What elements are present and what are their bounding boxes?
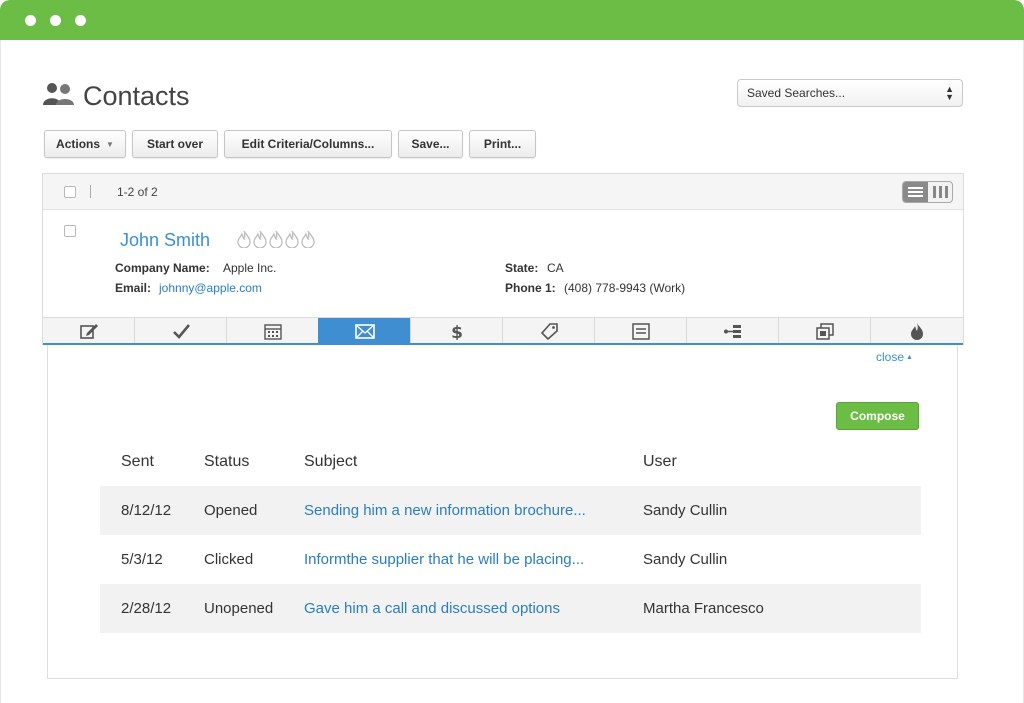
column-header-sent[interactable]: Sent	[121, 453, 154, 471]
checkmark-icon	[172, 323, 190, 339]
window-dot-icon	[25, 15, 36, 26]
tab-notes[interactable]	[43, 318, 134, 344]
table-row: 5/3/12 Clicked Informthe supplier that h…	[100, 535, 921, 584]
contact-name-link[interactable]: John Smith	[120, 230, 210, 251]
tab-tags[interactable]	[502, 318, 594, 344]
envelope-icon	[354, 323, 375, 339]
sent-date: 5/3/12	[121, 551, 163, 568]
column-header-status[interactable]: Status	[204, 453, 249, 471]
email-status: Unopened	[204, 600, 274, 617]
app-window: Contacts Saved Searches... ▲ ▼ Actions ▼ S…	[0, 0, 1024, 703]
actions-button[interactable]: Actions ▼	[44, 130, 126, 158]
edit-note-icon	[79, 323, 98, 339]
contact-score	[237, 230, 315, 248]
sent-date: 2/28/12	[121, 600, 172, 617]
save-button[interactable]: Save...	[398, 130, 463, 158]
contact-card: John Smith Company Name: Apple Inc. Emai…	[43, 210, 963, 317]
column-view-icon[interactable]	[928, 182, 952, 202]
page-title: Contacts	[83, 80, 190, 111]
select-all-checkbox[interactable]	[64, 186, 76, 198]
window-dot-icon	[75, 15, 86, 26]
email-status: Clicked	[204, 551, 254, 568]
table-row: 2/28/12 Unopened Gave him a call and dis…	[100, 584, 921, 633]
calendar-icon	[263, 323, 282, 340]
caret-up-icon: ▲	[906, 354, 913, 361]
select-arrows-icon: ▲ ▼	[945, 84, 954, 102]
close-link-label: close	[876, 350, 905, 364]
email-user: Martha Francesco	[643, 600, 764, 617]
saved-searches-value: Saved Searches...	[747, 86, 846, 100]
actions-button-label: Actions	[56, 137, 101, 151]
window-edge-left	[0, 40, 1, 703]
column-header-user[interactable]: User	[643, 453, 677, 471]
company-value: Apple Inc.	[223, 261, 277, 275]
email-panel: close ▲ Compose Sent Status Subject User …	[47, 345, 958, 679]
email-user: Sandy Cullin	[643, 502, 728, 519]
document-icon	[631, 322, 650, 340]
table-row: 8/12/12 Opened Sending him a new informa…	[100, 486, 921, 535]
email-subject-link[interactable]: Gave him a call and discussed options	[304, 600, 560, 617]
copy-icon	[815, 322, 834, 340]
email-status: Opened	[204, 502, 258, 519]
results-count: 1-2 of 2	[117, 185, 158, 199]
email-label: Email:	[115, 281, 152, 295]
company-label: Company Name:	[115, 261, 210, 275]
page-header: Contacts	[42, 80, 190, 112]
list-view-icon[interactable]	[903, 182, 928, 202]
view-toggle[interactable]	[902, 181, 953, 203]
tab-duplicates[interactable]	[778, 318, 870, 344]
saved-searches-select[interactable]: Saved Searches... ▲ ▼	[737, 79, 963, 107]
contact-tabs: $	[43, 317, 963, 344]
start-over-button[interactable]: Start over	[132, 130, 218, 158]
flame-icon	[253, 230, 267, 248]
column-header-subject[interactable]: Subject	[304, 453, 357, 471]
results-panel: 1-2 of 2 John Smith Company Name: Apple …	[42, 173, 964, 345]
state-label: State:	[505, 261, 539, 275]
flame-icon	[301, 230, 315, 248]
divider	[90, 185, 91, 198]
edit-criteria-button[interactable]: Edit Criteria/Columns...	[224, 130, 392, 158]
email-subject-link[interactable]: Informthe supplier that he will be placi…	[304, 551, 584, 568]
svg-text:$: $	[451, 323, 463, 340]
email-user: Sandy Cullin	[643, 551, 728, 568]
sent-date: 8/12/12	[121, 502, 172, 519]
results-header: 1-2 of 2	[43, 174, 963, 210]
phone-value: (408) 778-9943 (Work)	[564, 281, 686, 295]
tab-tasks[interactable]	[134, 318, 226, 344]
caret-down-icon: ▼	[106, 140, 114, 149]
dollar-icon: $	[451, 323, 463, 340]
tab-payments[interactable]: $	[410, 318, 502, 344]
flame-icon	[269, 230, 283, 248]
window-dot-icon	[50, 15, 61, 26]
phone-label: Phone 1:	[505, 281, 556, 295]
tag-icon	[540, 322, 558, 340]
window-titlebar	[0, 0, 1024, 40]
flame-icon	[237, 230, 251, 248]
email-link[interactable]: johnny@apple.com	[159, 281, 262, 295]
compose-button[interactable]: Compose	[836, 402, 919, 430]
state-value: CA	[547, 261, 564, 275]
contacts-people-icon	[42, 81, 76, 112]
email-subject-link[interactable]: Sending him a new information brochure..…	[304, 502, 586, 519]
print-button[interactable]: Print...	[469, 130, 536, 158]
hierarchy-icon	[723, 324, 741, 338]
tab-score[interactable]	[870, 318, 963, 344]
flame-icon	[911, 322, 923, 340]
close-link[interactable]: close ▲	[876, 350, 913, 364]
tab-sequences[interactable]	[686, 318, 778, 344]
contact-checkbox[interactable]	[64, 225, 76, 237]
tab-documents[interactable]	[594, 318, 686, 344]
tab-calendar[interactable]	[226, 318, 318, 344]
flame-icon	[285, 230, 299, 248]
tab-email[interactable]	[318, 318, 410, 344]
